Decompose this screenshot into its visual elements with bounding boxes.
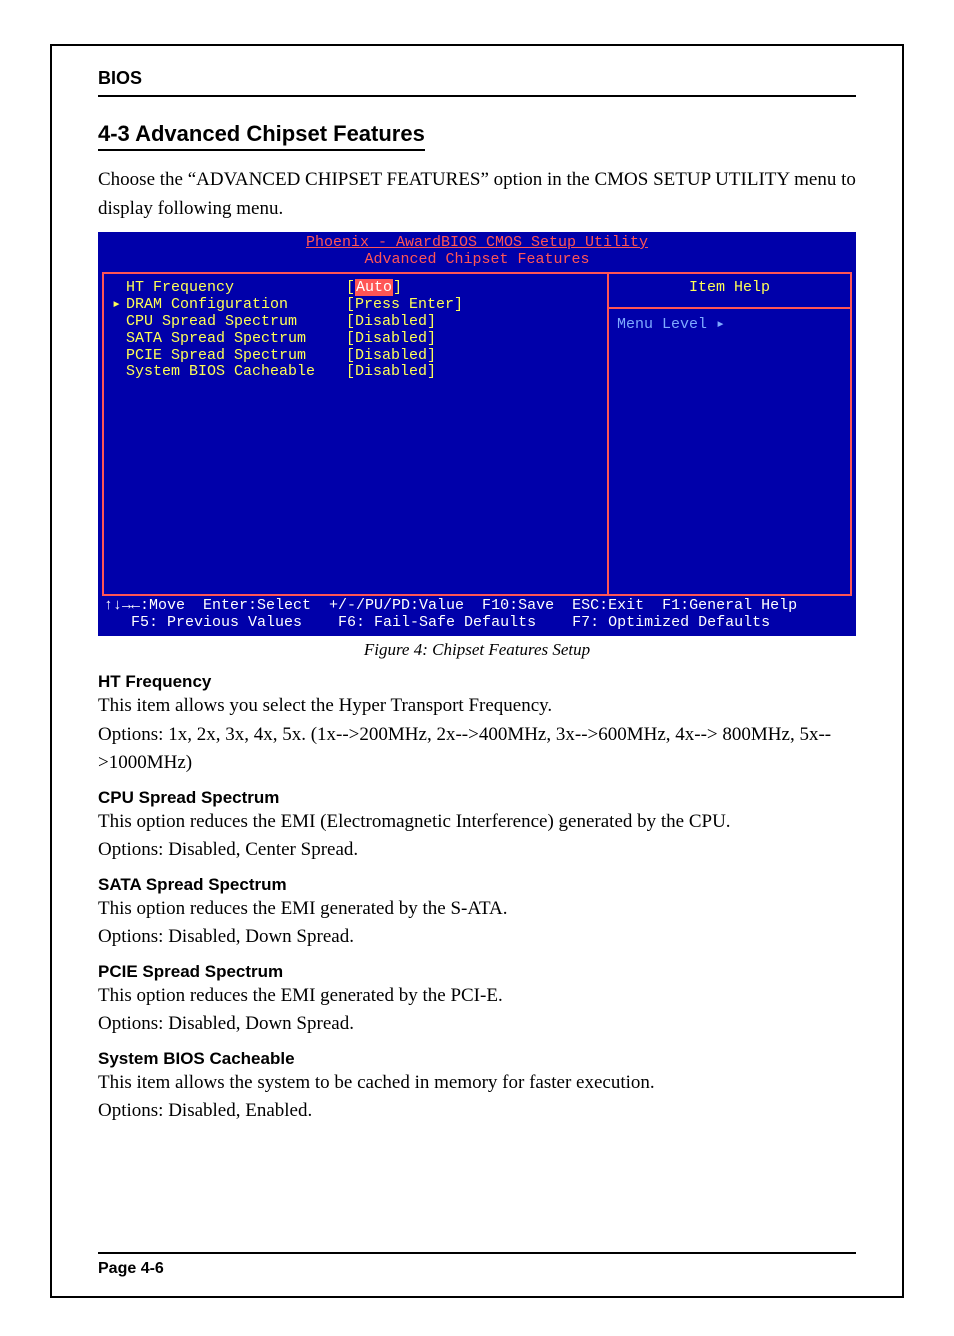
bios-row-cpu-spread-spectrum[interactable]: CPU Spread Spectrum[Disabled] xyxy=(112,314,599,331)
intro-paragraph: Choose the “ADVANCED CHIPSET FEATURES” o… xyxy=(98,165,856,224)
bios-row-dram-configuration[interactable]: ▸DRAM Configuration[Press Enter] xyxy=(112,297,599,314)
desc-bios-cacheable-1: This item allows the system to be cached… xyxy=(98,1069,856,1098)
bios-options-panel: HT Frequency[Auto] ▸DRAM Configuration[P… xyxy=(102,274,607,594)
figure-caption: Figure 4: Chipset Features Setup xyxy=(98,640,856,660)
heading-bios-cacheable: System BIOS Cacheable xyxy=(98,1049,856,1069)
desc-cpu-spread-1: This option reduces the EMI (Electromagn… xyxy=(98,808,856,837)
desc-ht-frequency-1: This item allows you select the Hyper Tr… xyxy=(98,692,856,721)
running-header: BIOS xyxy=(98,68,856,97)
page-frame: BIOS 4-3 Advanced Chipset Features Choos… xyxy=(50,44,904,1298)
desc-ht-frequency-2: Options: 1x, 2x, 3x, 4x, 5x. (1x-->200MH… xyxy=(98,721,856,778)
page-number: Page 4-6 xyxy=(98,1252,856,1278)
heading-ht-frequency: HT Frequency xyxy=(98,672,856,692)
bios-footer: ↑↓→←:Move Enter:Select +/-/PU/PD:Value F… xyxy=(98,596,856,636)
section-title: 4-3 Advanced Chipset Features xyxy=(98,121,425,151)
bios-row-pcie-spread-spectrum[interactable]: PCIE Spread Spectrum[Disabled] xyxy=(112,348,599,365)
desc-sata-spread-1: This option reduces the EMI generated by… xyxy=(98,895,856,924)
bios-title: Phoenix - AwardBIOS CMOS Setup Utility xyxy=(98,232,856,252)
heading-sata-spread: SATA Spread Spectrum xyxy=(98,875,856,895)
bios-help-panel: Item Help Menu Level ▸ xyxy=(607,274,852,594)
bios-screenshot: Phoenix - AwardBIOS CMOS Setup Utility A… xyxy=(98,232,856,636)
heading-cpu-spread: CPU Spread Spectrum xyxy=(98,788,856,808)
desc-cpu-spread-2: Options: Disabled, Center Spread. xyxy=(98,836,856,865)
desc-pcie-spread-1: This option reduces the EMI generated by… xyxy=(98,982,856,1011)
bios-row-sata-spread-spectrum[interactable]: SATA Spread Spectrum[Disabled] xyxy=(112,331,599,348)
heading-pcie-spread: PCIE Spread Spectrum xyxy=(98,962,856,982)
bios-subtitle: Advanced Chipset Features xyxy=(98,252,856,269)
bios-row-ht-frequency[interactable]: HT Frequency[Auto] xyxy=(112,280,599,297)
desc-bios-cacheable-2: Options: Disabled, Enabled. xyxy=(98,1097,856,1126)
desc-pcie-spread-2: Options: Disabled, Down Spread. xyxy=(98,1010,856,1039)
bios-item-help: Item Help xyxy=(617,280,842,297)
desc-sata-spread-2: Options: Disabled, Down Spread. xyxy=(98,923,856,952)
bios-menu-level: Menu Level ▸ xyxy=(609,307,850,334)
bios-row-system-bios-cacheable[interactable]: System BIOS Cacheable[Disabled] xyxy=(112,364,599,381)
